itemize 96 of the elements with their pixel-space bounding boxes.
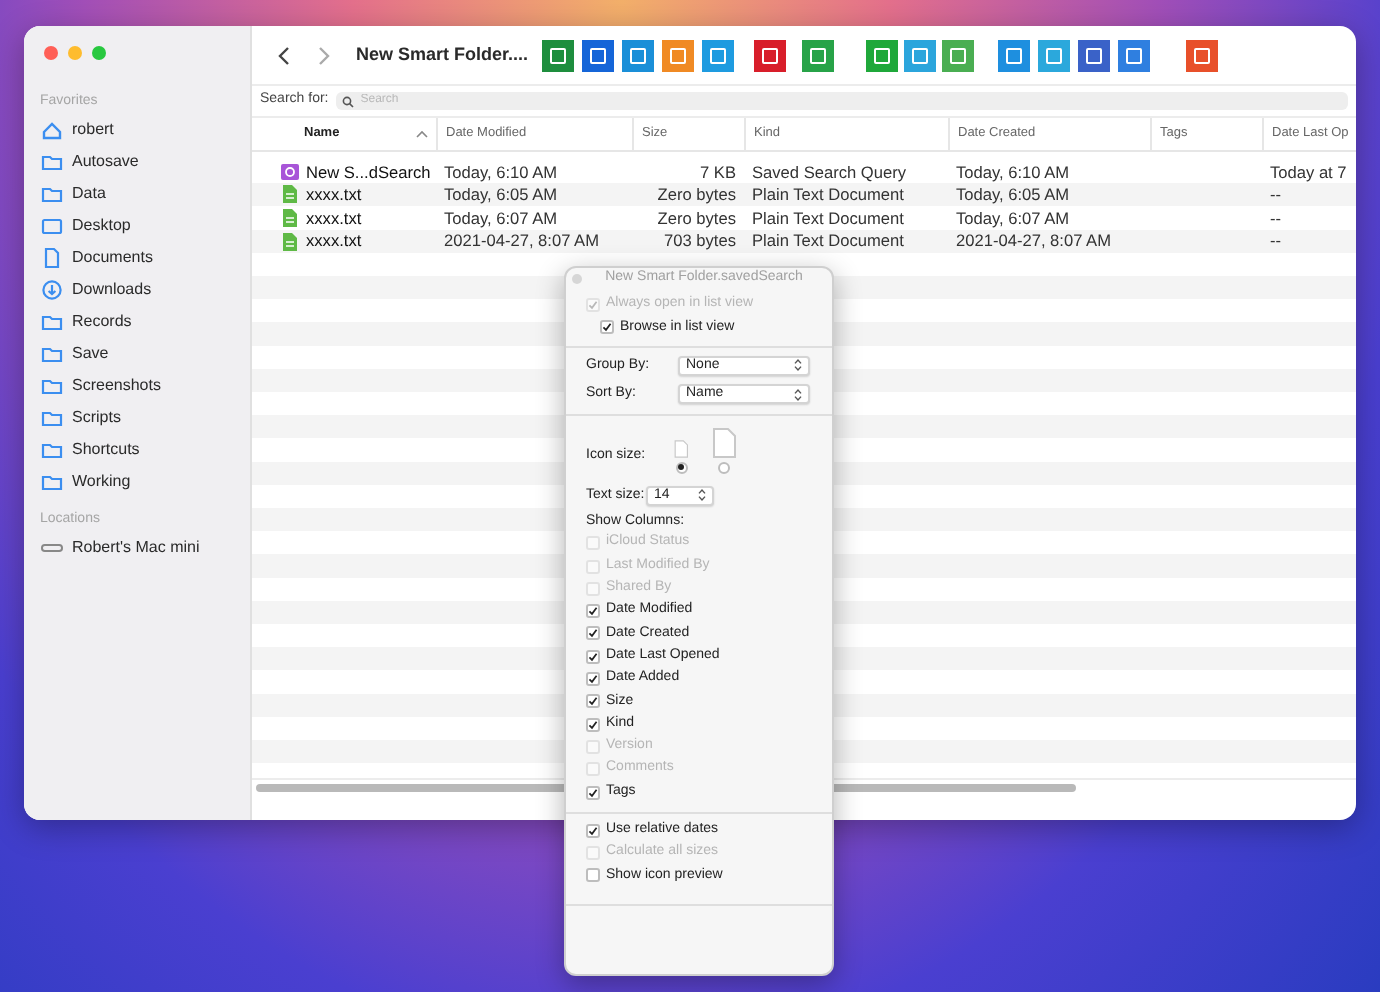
file-row[interactable]: xxxx.txt 2021-04-27, 8:07 AM 703 bytes Plain Text Document 2021-04-27, 8:07 AM -- bbox=[252, 229, 1356, 253]
sort-chevron-icon bbox=[416, 130, 428, 138]
table-cell: Today, 6:07 AM bbox=[956, 205, 1070, 231]
sidebar-item[interactable]: Robert's Mac mini bbox=[40, 532, 234, 564]
folder-icon bbox=[40, 470, 64, 494]
table-cell: -- bbox=[1270, 182, 1282, 208]
table-cell: Today, 6:05 AM bbox=[444, 182, 558, 208]
forward-chevron-icon[interactable] bbox=[316, 45, 332, 65]
text-file-icon bbox=[280, 231, 300, 252]
file-name: xxxx.txt bbox=[306, 205, 362, 231]
folder-icon bbox=[40, 374, 64, 398]
folder-icon bbox=[40, 406, 64, 430]
app-icon[interactable] bbox=[1186, 39, 1219, 71]
app-icon[interactable] bbox=[1078, 39, 1111, 71]
file-name: xxxx.txt bbox=[306, 228, 362, 254]
table-cell: Today at 7 bbox=[1270, 159, 1347, 185]
sidebar-item[interactable]: Desktop bbox=[40, 210, 234, 242]
app-icon[interactable] bbox=[942, 39, 975, 71]
sidebar-item[interactable]: Data bbox=[40, 178, 234, 210]
table-cell: Plain Text Document bbox=[752, 182, 904, 208]
table-cell: Today, 6:07 AM bbox=[444, 205, 558, 231]
table-cell: Today, 6:10 AM bbox=[956, 159, 1070, 185]
app-icon[interactable] bbox=[662, 39, 695, 71]
table-cell: Saved Search Query bbox=[752, 159, 907, 185]
app-icon[interactable] bbox=[1118, 39, 1151, 71]
app-icon[interactable] bbox=[802, 39, 835, 71]
table-cell: -- bbox=[1270, 205, 1282, 231]
close-button[interactable] bbox=[44, 46, 58, 60]
folder-icon bbox=[40, 438, 64, 462]
folder-icon bbox=[40, 310, 64, 334]
table-cell: Today, 6:10 AM bbox=[444, 159, 558, 185]
app-icon[interactable] bbox=[702, 39, 735, 71]
checkbox[interactable] bbox=[586, 672, 600, 687]
sidebar-item[interactable]: Downloads bbox=[40, 274, 234, 306]
app-icon[interactable] bbox=[622, 39, 655, 71]
app-icon[interactable] bbox=[866, 39, 899, 71]
app-icon[interactable] bbox=[1038, 39, 1071, 71]
document-icon bbox=[712, 427, 736, 458]
checkbox[interactable] bbox=[586, 717, 600, 732]
file-name: xxxx.txt bbox=[306, 182, 362, 208]
app-icon[interactable] bbox=[904, 39, 937, 71]
back-chevron-icon[interactable] bbox=[276, 45, 292, 65]
file-row[interactable]: New S...dSearch Today, 6:10 AM 7 KB Saved Search Query Today, 6:10 AM Today at 7 bbox=[252, 160, 1356, 184]
home-icon bbox=[40, 118, 64, 142]
window-title: New Smart Folder.... bbox=[356, 41, 529, 68]
checkbox[interactable] bbox=[586, 694, 600, 709]
file-name: New S...dSearch bbox=[306, 159, 431, 185]
folder-icon bbox=[40, 182, 64, 206]
text-file-icon bbox=[280, 207, 300, 228]
download-icon bbox=[40, 278, 64, 302]
file-row[interactable]: xxxx.txt Today, 6:07 AM Zero bytes Plain Text Document Today, 6:07 AM -- bbox=[252, 206, 1356, 230]
sidebar-item[interactable]: Screenshots bbox=[40, 370, 234, 402]
sidebar-item[interactable]: Documents bbox=[40, 242, 234, 274]
text-file-icon bbox=[280, 184, 300, 205]
table-cell: 2021-04-27, 8:07 AM bbox=[444, 228, 599, 254]
sidebar-item[interactable]: Shortcuts bbox=[40, 434, 234, 466]
stepper-caret-icon bbox=[794, 358, 802, 373]
checkbox[interactable] bbox=[600, 320, 614, 335]
folder-icon bbox=[40, 150, 64, 174]
zoom-button[interactable] bbox=[92, 46, 106, 60]
app-icon[interactable] bbox=[998, 39, 1031, 71]
radio-button[interactable] bbox=[675, 461, 687, 474]
stepper-caret-icon bbox=[794, 387, 802, 402]
document-icon bbox=[674, 439, 688, 458]
checkbox[interactable] bbox=[586, 626, 600, 641]
stepper-caret-icon bbox=[698, 488, 706, 503]
table-cell: Plain Text Document bbox=[752, 205, 904, 231]
table-cell: 7 KB bbox=[700, 159, 736, 185]
app-icon[interactable] bbox=[582, 39, 615, 71]
sidebar-item[interactable]: Scripts bbox=[40, 402, 234, 434]
app-icon[interactable] bbox=[542, 39, 575, 71]
table-cell: Zero bytes bbox=[657, 182, 736, 208]
radio-button[interactable] bbox=[718, 461, 730, 474]
table-cell: 2021-04-27, 8:07 AM bbox=[956, 228, 1111, 254]
app-icon[interactable] bbox=[754, 39, 787, 71]
table-cell: Zero bytes bbox=[657, 205, 736, 231]
checkbox[interactable] bbox=[586, 823, 600, 838]
document-icon bbox=[40, 246, 64, 270]
checkbox[interactable] bbox=[586, 649, 600, 664]
checkbox[interactable] bbox=[586, 868, 600, 883]
desktop-icon bbox=[40, 214, 64, 238]
table-cell: -- bbox=[1270, 228, 1282, 254]
checkbox[interactable] bbox=[586, 785, 600, 799]
sidebar-item[interactable]: Working bbox=[40, 466, 234, 498]
checkbox[interactable] bbox=[586, 604, 600, 619]
table-cell: 703 bytes bbox=[664, 228, 736, 254]
sidebar-item[interactable]: robert bbox=[40, 114, 234, 146]
table-cell: Plain Text Document bbox=[752, 228, 904, 254]
file-row[interactable]: xxxx.txt Today, 6:05 AM Zero bytes Plain Text Document Today, 6:05 AM -- bbox=[252, 183, 1356, 207]
sidebar-item[interactable]: Save bbox=[40, 338, 234, 370]
sidebar-item[interactable]: Autosave bbox=[40, 146, 234, 178]
folder-icon bbox=[40, 342, 64, 366]
sidebar-item[interactable]: Records bbox=[40, 306, 234, 338]
table-cell: Today, 6:05 AM bbox=[956, 182, 1070, 208]
search-icon bbox=[342, 95, 355, 107]
smart-folder-icon bbox=[280, 161, 300, 182]
